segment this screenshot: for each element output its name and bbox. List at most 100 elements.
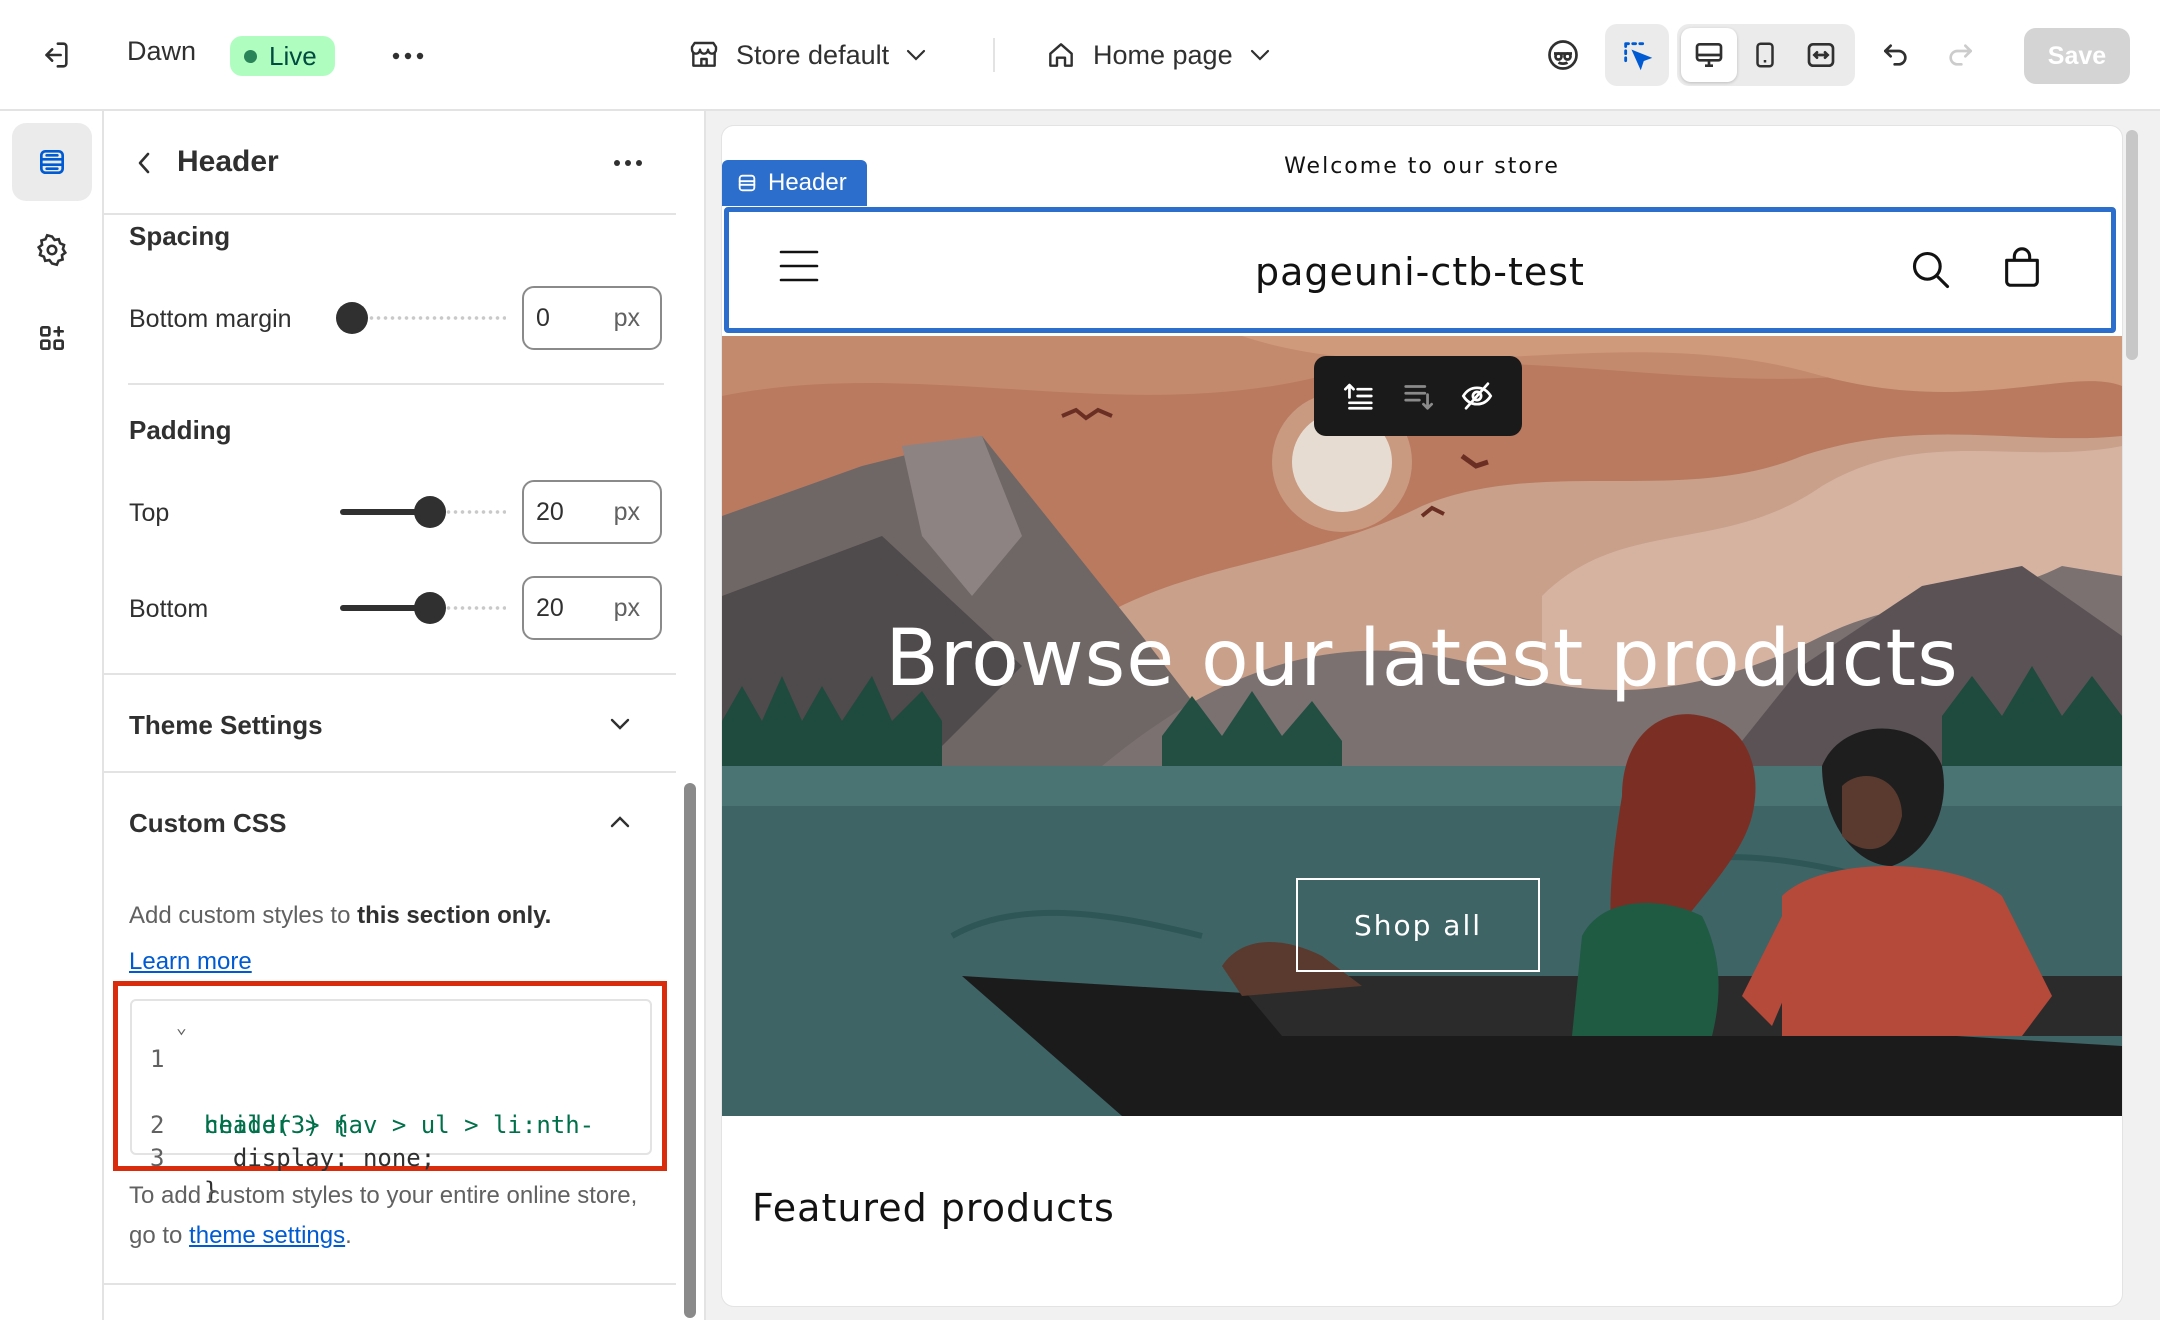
hero-title: Browse our latest products — [885, 614, 1959, 704]
inspector-icon — [1620, 38, 1654, 72]
custom-css-description: Add custom styles to this section only. — [129, 896, 649, 936]
featured-products-heading: Featured products — [752, 1186, 1115, 1230]
padding-top-label: Top — [129, 499, 170, 527]
bottom-margin-field[interactable]: 0 px — [522, 286, 662, 350]
custom-css-heading[interactable]: Custom CSS — [129, 808, 286, 839]
more-horizontal-icon — [613, 159, 643, 167]
spacing-heading: Spacing — [129, 221, 231, 251]
desktop-view-button[interactable] — [1681, 28, 1737, 82]
unit-label: px — [613, 497, 640, 526]
padding-top-value: 20 — [536, 497, 564, 526]
bottom-margin-slider[interactable] — [336, 301, 506, 335]
hero-banner[interactable]: Browse our latest products Shop all — [722, 336, 2122, 1116]
rail-sections-button[interactable] — [12, 123, 92, 201]
home-icon — [1045, 39, 1077, 71]
line-number: 3 — [150, 1144, 165, 1172]
theme-settings-chevron[interactable] — [600, 704, 640, 744]
bottom-margin-label: Bottom margin — [129, 305, 292, 333]
accessibility-icon[interactable] — [1535, 27, 1591, 83]
move-up-button[interactable] — [1336, 373, 1382, 419]
learn-more-link[interactable]: Learn more — [129, 948, 252, 975]
fold-chevron-icon[interactable]: ⌄ — [176, 1011, 187, 1044]
panel-header: Header — [104, 111, 676, 215]
code-line-1: 1 ⌄ header > nav > ul > li:nth- — [132, 1010, 594, 1139]
theme-name: Dawn — [127, 36, 197, 66]
store-preview: Welcome to our store pageuni-ctb-test He… — [722, 126, 2122, 1306]
section-icon — [736, 172, 758, 194]
bottom-margin-value: 0 — [536, 303, 550, 332]
padding-heading: Padding — [129, 415, 232, 445]
slider-thumb[interactable] — [336, 302, 368, 334]
panel-title: Header — [177, 145, 279, 178]
page-select-label: Home page — [1093, 39, 1233, 70]
divider — [104, 673, 676, 675]
padding-bottom-value: 20 — [536, 593, 564, 622]
fullwidth-view-button[interactable] — [1793, 28, 1849, 82]
redo-icon[interactable] — [1932, 27, 1988, 83]
theme-settings-toggle[interactable]: Theme Settings — [129, 710, 323, 741]
top-bar: Dawn Live Store default Home page Save — [0, 0, 2160, 111]
chevron-down-icon — [609, 717, 631, 731]
eye-off-icon — [1460, 381, 1494, 411]
cart-icon[interactable] — [1999, 244, 2045, 292]
move-down-button[interactable] — [1395, 373, 1441, 419]
slider-thumb[interactable] — [414, 592, 447, 624]
rail-settings-button[interactable] — [12, 211, 92, 289]
custom-css-chevron[interactable] — [600, 802, 640, 842]
padding-top-slider[interactable] — [340, 495, 506, 529]
custom-css-desc-bold: this section only. — [357, 902, 552, 929]
left-rail — [0, 111, 104, 1320]
learn-more-row: Learn more — [129, 942, 649, 982]
header-section-badge-label: Header — [768, 169, 847, 196]
gear-icon — [35, 233, 69, 267]
more-actions-icon[interactable] — [384, 32, 432, 80]
inspector-button[interactable] — [1605, 24, 1669, 86]
slider-thumb[interactable] — [414, 496, 447, 528]
padding-bottom-slider[interactable] — [340, 591, 506, 625]
divider — [128, 383, 664, 385]
apps-icon — [36, 322, 68, 354]
mobile-icon — [1750, 39, 1780, 71]
topbar-divider — [993, 38, 995, 72]
store-icon — [688, 39, 720, 71]
unit-label: px — [613, 303, 640, 332]
mobile-view-button[interactable] — [1737, 28, 1793, 82]
code-line-3: 3 } — [132, 1109, 219, 1205]
fullwidth-icon — [1805, 39, 1837, 71]
theme-settings-link[interactable]: theme settings — [189, 1222, 345, 1249]
padding-bottom-label: Bottom — [129, 595, 209, 623]
shop-all-button[interactable]: Shop all — [1296, 878, 1540, 972]
device-toggle-group — [1677, 24, 1855, 86]
code-line-1-wrap: child(3) { — [132, 1043, 349, 1139]
padding-bottom-field[interactable]: 20 px — [522, 576, 662, 640]
section-floating-toolbar — [1314, 356, 1522, 436]
panel-scrollbar[interactable] — [684, 783, 696, 1318]
divider — [104, 771, 676, 773]
chevron-left-icon — [136, 151, 152, 175]
exit-icon[interactable] — [30, 30, 80, 80]
sections-icon — [36, 146, 68, 178]
store-logo-text[interactable]: pageuni-ctb-test — [729, 250, 2111, 294]
hide-section-button[interactable] — [1454, 373, 1500, 419]
page-select[interactable]: Home page — [1045, 30, 1271, 80]
padding-top-field[interactable]: 20 px — [522, 480, 662, 544]
rail-apps-button[interactable] — [12, 299, 92, 377]
save-button[interactable]: Save — [2024, 28, 2130, 84]
announcement-bar: Welcome to our store — [1284, 153, 1560, 179]
store-header[interactable]: pageuni-ctb-test — [724, 207, 2116, 333]
move-down-icon — [1401, 381, 1435, 411]
store-select[interactable]: Store default — [688, 30, 927, 80]
custom-css-footer: To add custom styles to your entire onli… — [129, 1176, 649, 1256]
header-section-badge[interactable]: Header — [722, 160, 867, 206]
search-icon[interactable] — [1909, 248, 1953, 292]
panel-more-button[interactable] — [604, 141, 652, 185]
store-select-label: Store default — [736, 39, 890, 70]
code-text: display: none; — [204, 1144, 436, 1172]
css-code-editor[interactable]: 1 ⌄ header > nav > ul > li:nth- child(3)… — [130, 999, 652, 1205]
back-button[interactable] — [122, 141, 166, 185]
divider — [104, 1283, 676, 1285]
move-up-icon — [1342, 381, 1376, 411]
undo-icon[interactable] — [1868, 27, 1924, 83]
chevron-up-icon — [609, 815, 631, 829]
preview-scrollbar[interactable] — [2126, 130, 2138, 360]
